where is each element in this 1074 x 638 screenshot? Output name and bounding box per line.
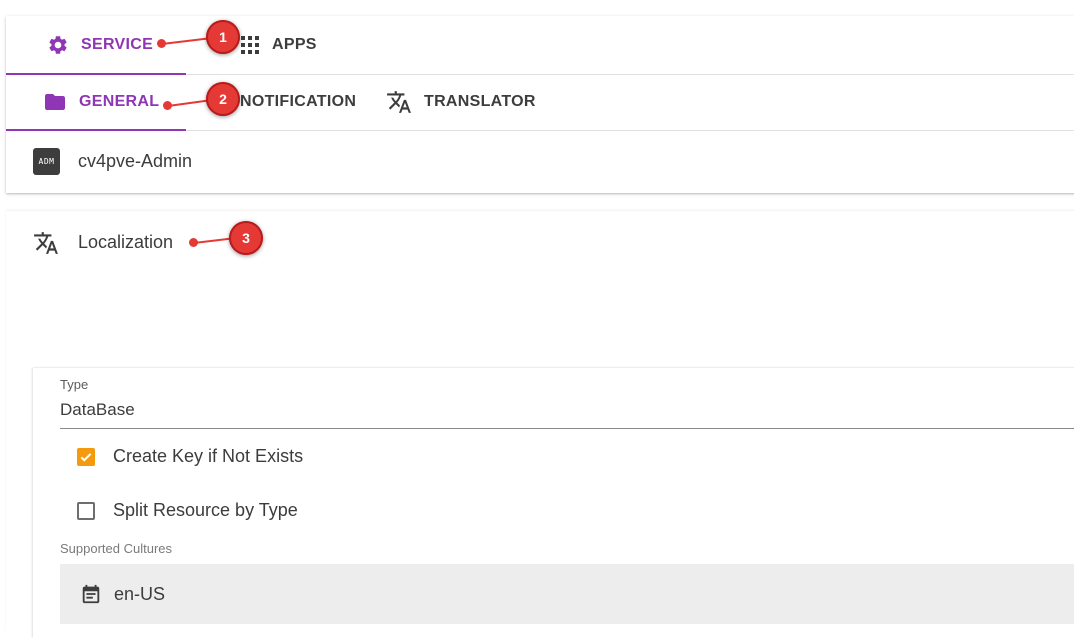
create-key-checkbox-row[interactable]: Create Key if Not Exists bbox=[77, 446, 303, 467]
tab-notification[interactable]: NOTIFICATION bbox=[210, 74, 356, 130]
main-tab-bar: SERVICE APPS bbox=[6, 16, 1074, 75]
apps-grid-icon bbox=[241, 36, 259, 54]
type-select[interactable]: DataBase bbox=[60, 400, 135, 420]
tab-general-label: GENERAL bbox=[79, 93, 160, 110]
supported-cultures-label: Supported Cultures bbox=[60, 541, 173, 556]
translate-icon bbox=[34, 232, 58, 254]
bell-icon bbox=[213, 93, 229, 112]
app-badge-logo: ADM bbox=[33, 147, 60, 175]
settings-header-card: SERVICE APPS GENERAL NOTIFICATION TRANSL… bbox=[6, 16, 1074, 193]
tab-service-label: SERVICE bbox=[81, 36, 154, 53]
culture-value: en-US bbox=[114, 583, 166, 604]
check-icon bbox=[80, 452, 92, 462]
folder-icon bbox=[45, 94, 65, 110]
localization-card: Localization Type DataBase Create Key if… bbox=[6, 211, 1074, 638]
create-key-checkbox[interactable] bbox=[77, 447, 95, 466]
sub-tab-bar: GENERAL NOTIFICATION TRANSLATOR bbox=[6, 74, 1074, 131]
gear-icon bbox=[49, 36, 67, 54]
localization-form: Type DataBase Create Key if Not Exists S… bbox=[33, 368, 1074, 638]
split-resource-label: Split Resource by Type bbox=[113, 500, 298, 520]
app-name: cv4pve-Admin bbox=[78, 150, 193, 171]
tab-translator[interactable]: TRANSLATOR bbox=[386, 74, 536, 130]
create-key-label: Create Key if Not Exists bbox=[113, 446, 304, 466]
tab-notification-label: NOTIFICATION bbox=[240, 93, 357, 110]
calendar-icon bbox=[82, 584, 100, 604]
tab-apps-label: APPS bbox=[272, 36, 317, 53]
tab-service[interactable]: SERVICE bbox=[6, 16, 186, 75]
tab-apps[interactable]: APPS bbox=[240, 16, 317, 74]
tab-general[interactable]: GENERAL bbox=[6, 74, 186, 131]
app-identity-row: ADM cv4pve-Admin bbox=[6, 130, 1074, 192]
section-title-localization: Localization bbox=[78, 232, 174, 252]
translate-icon bbox=[387, 91, 411, 113]
tab-translator-label: TRANSLATOR bbox=[424, 93, 536, 110]
split-resource-checkbox[interactable] bbox=[77, 501, 95, 520]
type-field-label: Type bbox=[60, 377, 89, 392]
split-resource-checkbox-row[interactable]: Split Resource by Type bbox=[77, 500, 298, 521]
culture-list-item[interactable]: en-US bbox=[60, 564, 1074, 624]
type-select-underline bbox=[60, 428, 1074, 429]
